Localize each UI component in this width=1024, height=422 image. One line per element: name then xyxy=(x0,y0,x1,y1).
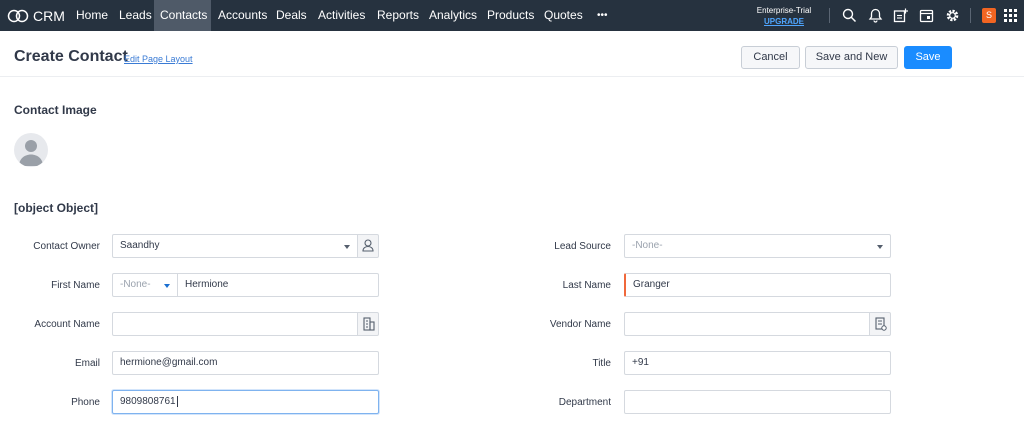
crm-logo-icon xyxy=(7,9,29,22)
vendor-icon xyxy=(875,317,887,331)
phone-input[interactable]: 9809808761 xyxy=(112,390,379,414)
last-name-value: Granger xyxy=(633,279,670,290)
email-value: hermione@gmail.com xyxy=(120,357,218,368)
first-name-value: Hermione xyxy=(185,279,229,290)
tab-contacts[interactable]: Contacts xyxy=(154,0,211,31)
apps-grid-icon[interactable] xyxy=(1004,9,1017,22)
last-name-input[interactable]: Granger xyxy=(624,273,891,297)
vendor-lookup-button[interactable] xyxy=(870,312,891,336)
email-input[interactable]: hermione@gmail.com xyxy=(112,351,379,375)
account-lookup-button[interactable] xyxy=(358,312,379,336)
user-lookup-icon xyxy=(362,239,374,252)
title-label: Title xyxy=(592,358,611,369)
salutation-select[interactable]: -None- xyxy=(112,273,178,297)
nav-divider xyxy=(829,8,830,23)
tab-products[interactable]: Products xyxy=(481,0,540,31)
calendar-icon[interactable] xyxy=(919,8,934,23)
last-name-label: Last Name xyxy=(562,280,611,291)
nav-divider xyxy=(970,8,971,23)
tab-leads[interactable]: Leads xyxy=(113,0,158,31)
title-input[interactable]: +91 xyxy=(624,351,891,375)
add-note-icon[interactable] xyxy=(893,8,908,23)
chevron-down-icon xyxy=(344,245,350,249)
department-input[interactable] xyxy=(624,390,891,414)
lead-source-label: Lead Source xyxy=(554,241,611,252)
contact-image-section-title: Contact Image xyxy=(14,103,97,117)
tab-home[interactable]: Home xyxy=(70,0,114,31)
upgrade-link[interactable]: UPGRADE xyxy=(746,16,822,27)
tab-reports[interactable]: Reports xyxy=(371,0,425,31)
contact-owner-label: Contact Owner xyxy=(33,241,100,252)
header-divider xyxy=(0,76,1024,77)
building-icon xyxy=(363,317,375,331)
tab-quotes[interactable]: Quotes xyxy=(538,0,589,31)
phone-label: Phone xyxy=(71,397,100,408)
settings-icon[interactable] xyxy=(945,8,960,23)
vendor-name-label: Vendor Name xyxy=(549,319,611,330)
tab-analytics[interactable]: Analytics xyxy=(423,0,483,31)
crm-logo-text: CRM xyxy=(33,7,65,24)
contact-image-upload[interactable] xyxy=(14,133,48,167)
trial-label: Enterprise-Trial xyxy=(756,6,812,15)
contact-information-section-title: [object Object] xyxy=(14,201,99,215)
tab-deals[interactable]: Deals xyxy=(270,0,313,31)
contact-owner-select[interactable]: Saandhy xyxy=(112,234,358,258)
email-label: Email xyxy=(74,358,100,369)
title-value: +91 xyxy=(632,357,649,368)
chevron-down-icon xyxy=(164,284,170,288)
top-nav-bar: CRM Home Leads Contacts Accounts Deals A… xyxy=(0,0,1024,31)
bell-icon[interactable] xyxy=(868,8,883,23)
tab-activities[interactable]: Activities xyxy=(312,0,371,31)
edit-page-layout-link[interactable]: Edit Page Layout xyxy=(124,54,193,64)
first-name-input[interactable]: Hermione xyxy=(177,273,379,297)
save-button[interactable]: Save xyxy=(904,46,952,69)
salutation-value: -None- xyxy=(120,279,151,290)
lead-source-value: -None- xyxy=(632,240,663,251)
crm-logo[interactable]: CRM xyxy=(7,6,65,25)
contact-owner-value: Saandhy xyxy=(120,240,160,251)
more-tabs-button[interactable]: ••• xyxy=(591,0,614,31)
tab-accounts[interactable]: Accounts xyxy=(212,0,273,31)
chevron-down-icon xyxy=(877,245,883,249)
person-placeholder-icon xyxy=(19,140,43,166)
owner-lookup-button[interactable] xyxy=(358,234,379,258)
first-name-label: First Name xyxy=(51,280,100,291)
vendor-name-input[interactable] xyxy=(624,312,870,336)
cancel-button[interactable]: Cancel xyxy=(741,46,800,69)
account-name-input[interactable] xyxy=(112,312,358,336)
phone-value: 9809808761 xyxy=(120,396,176,407)
text-cursor xyxy=(176,395,178,407)
account-name-label: Account Name xyxy=(34,319,100,330)
save-and-new-button[interactable]: Save and New xyxy=(805,46,898,69)
user-avatar[interactable]: S xyxy=(982,8,996,23)
trial-info: Enterprise-Trial UPGRADE xyxy=(746,5,822,27)
lead-source-select[interactable]: -None- xyxy=(624,234,891,258)
department-label: Department xyxy=(558,397,611,408)
page-title: Create Contact xyxy=(14,48,128,65)
search-icon[interactable] xyxy=(842,8,857,23)
